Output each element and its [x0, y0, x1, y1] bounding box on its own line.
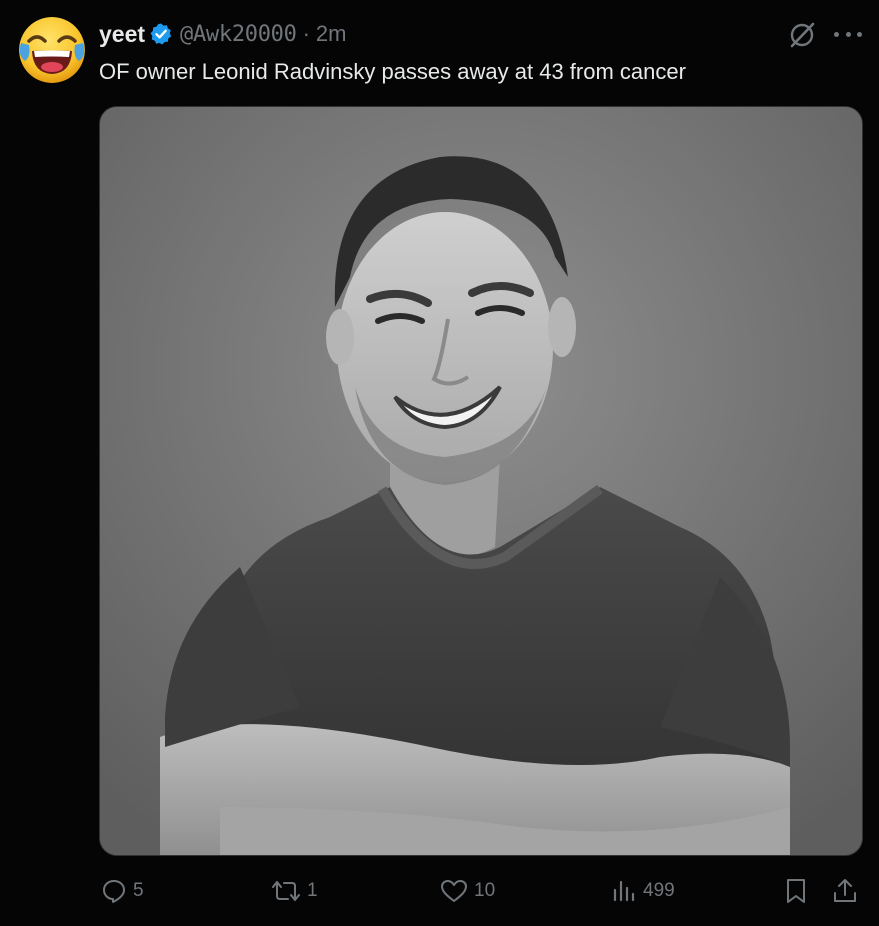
display-name[interactable]: yeet — [99, 21, 145, 48]
views-icon — [613, 880, 635, 902]
reply-button[interactable]: 5 — [101, 873, 144, 909]
user-handle[interactable]: @Awk20000 — [180, 22, 297, 47]
views-count: 499 — [643, 880, 675, 901]
share-button[interactable] — [832, 873, 858, 909]
portrait-photo — [100, 107, 862, 855]
verified-badge-icon[interactable] — [149, 22, 173, 46]
bookmark-button[interactable] — [784, 873, 808, 909]
tweet-photo[interactable] — [99, 106, 863, 856]
timestamp[interactable]: 2m — [316, 21, 347, 47]
more-dot — [845, 31, 851, 37]
bookmark-icon — [787, 879, 805, 903]
more-dot — [857, 31, 862, 37]
more-dot — [834, 31, 839, 37]
more-icon[interactable] — [834, 22, 862, 46]
separator-dot: · — [302, 21, 310, 46]
like-count: 10 — [474, 880, 496, 901]
tweet-header: yeet @Awk20000 · 2m — [99, 20, 346, 48]
laughing-emoji-icon — [19, 17, 85, 83]
like-icon — [441, 880, 467, 902]
avatar[interactable] — [19, 17, 85, 83]
retweet-button[interactable]: 1 — [271, 873, 318, 909]
share-icon — [834, 879, 856, 902]
reply-count: 5 — [133, 880, 144, 901]
like-button[interactable]: 10 — [440, 873, 495, 909]
retweet-icon — [272, 881, 300, 901]
reply-icon — [103, 880, 125, 903]
tweet-actions: 5 1 10 499 — [99, 873, 863, 909]
views-button[interactable]: 499 — [611, 873, 675, 909]
tweet[interactable]: yeet @Awk20000 · 2m OF owner Leonid Radv… — [0, 0, 879, 926]
tweet-text: OF owner Leonid Radvinsky passes away at… — [99, 59, 686, 84]
retweet-count: 1 — [307, 880, 318, 901]
grok-icon[interactable] — [787, 20, 817, 50]
